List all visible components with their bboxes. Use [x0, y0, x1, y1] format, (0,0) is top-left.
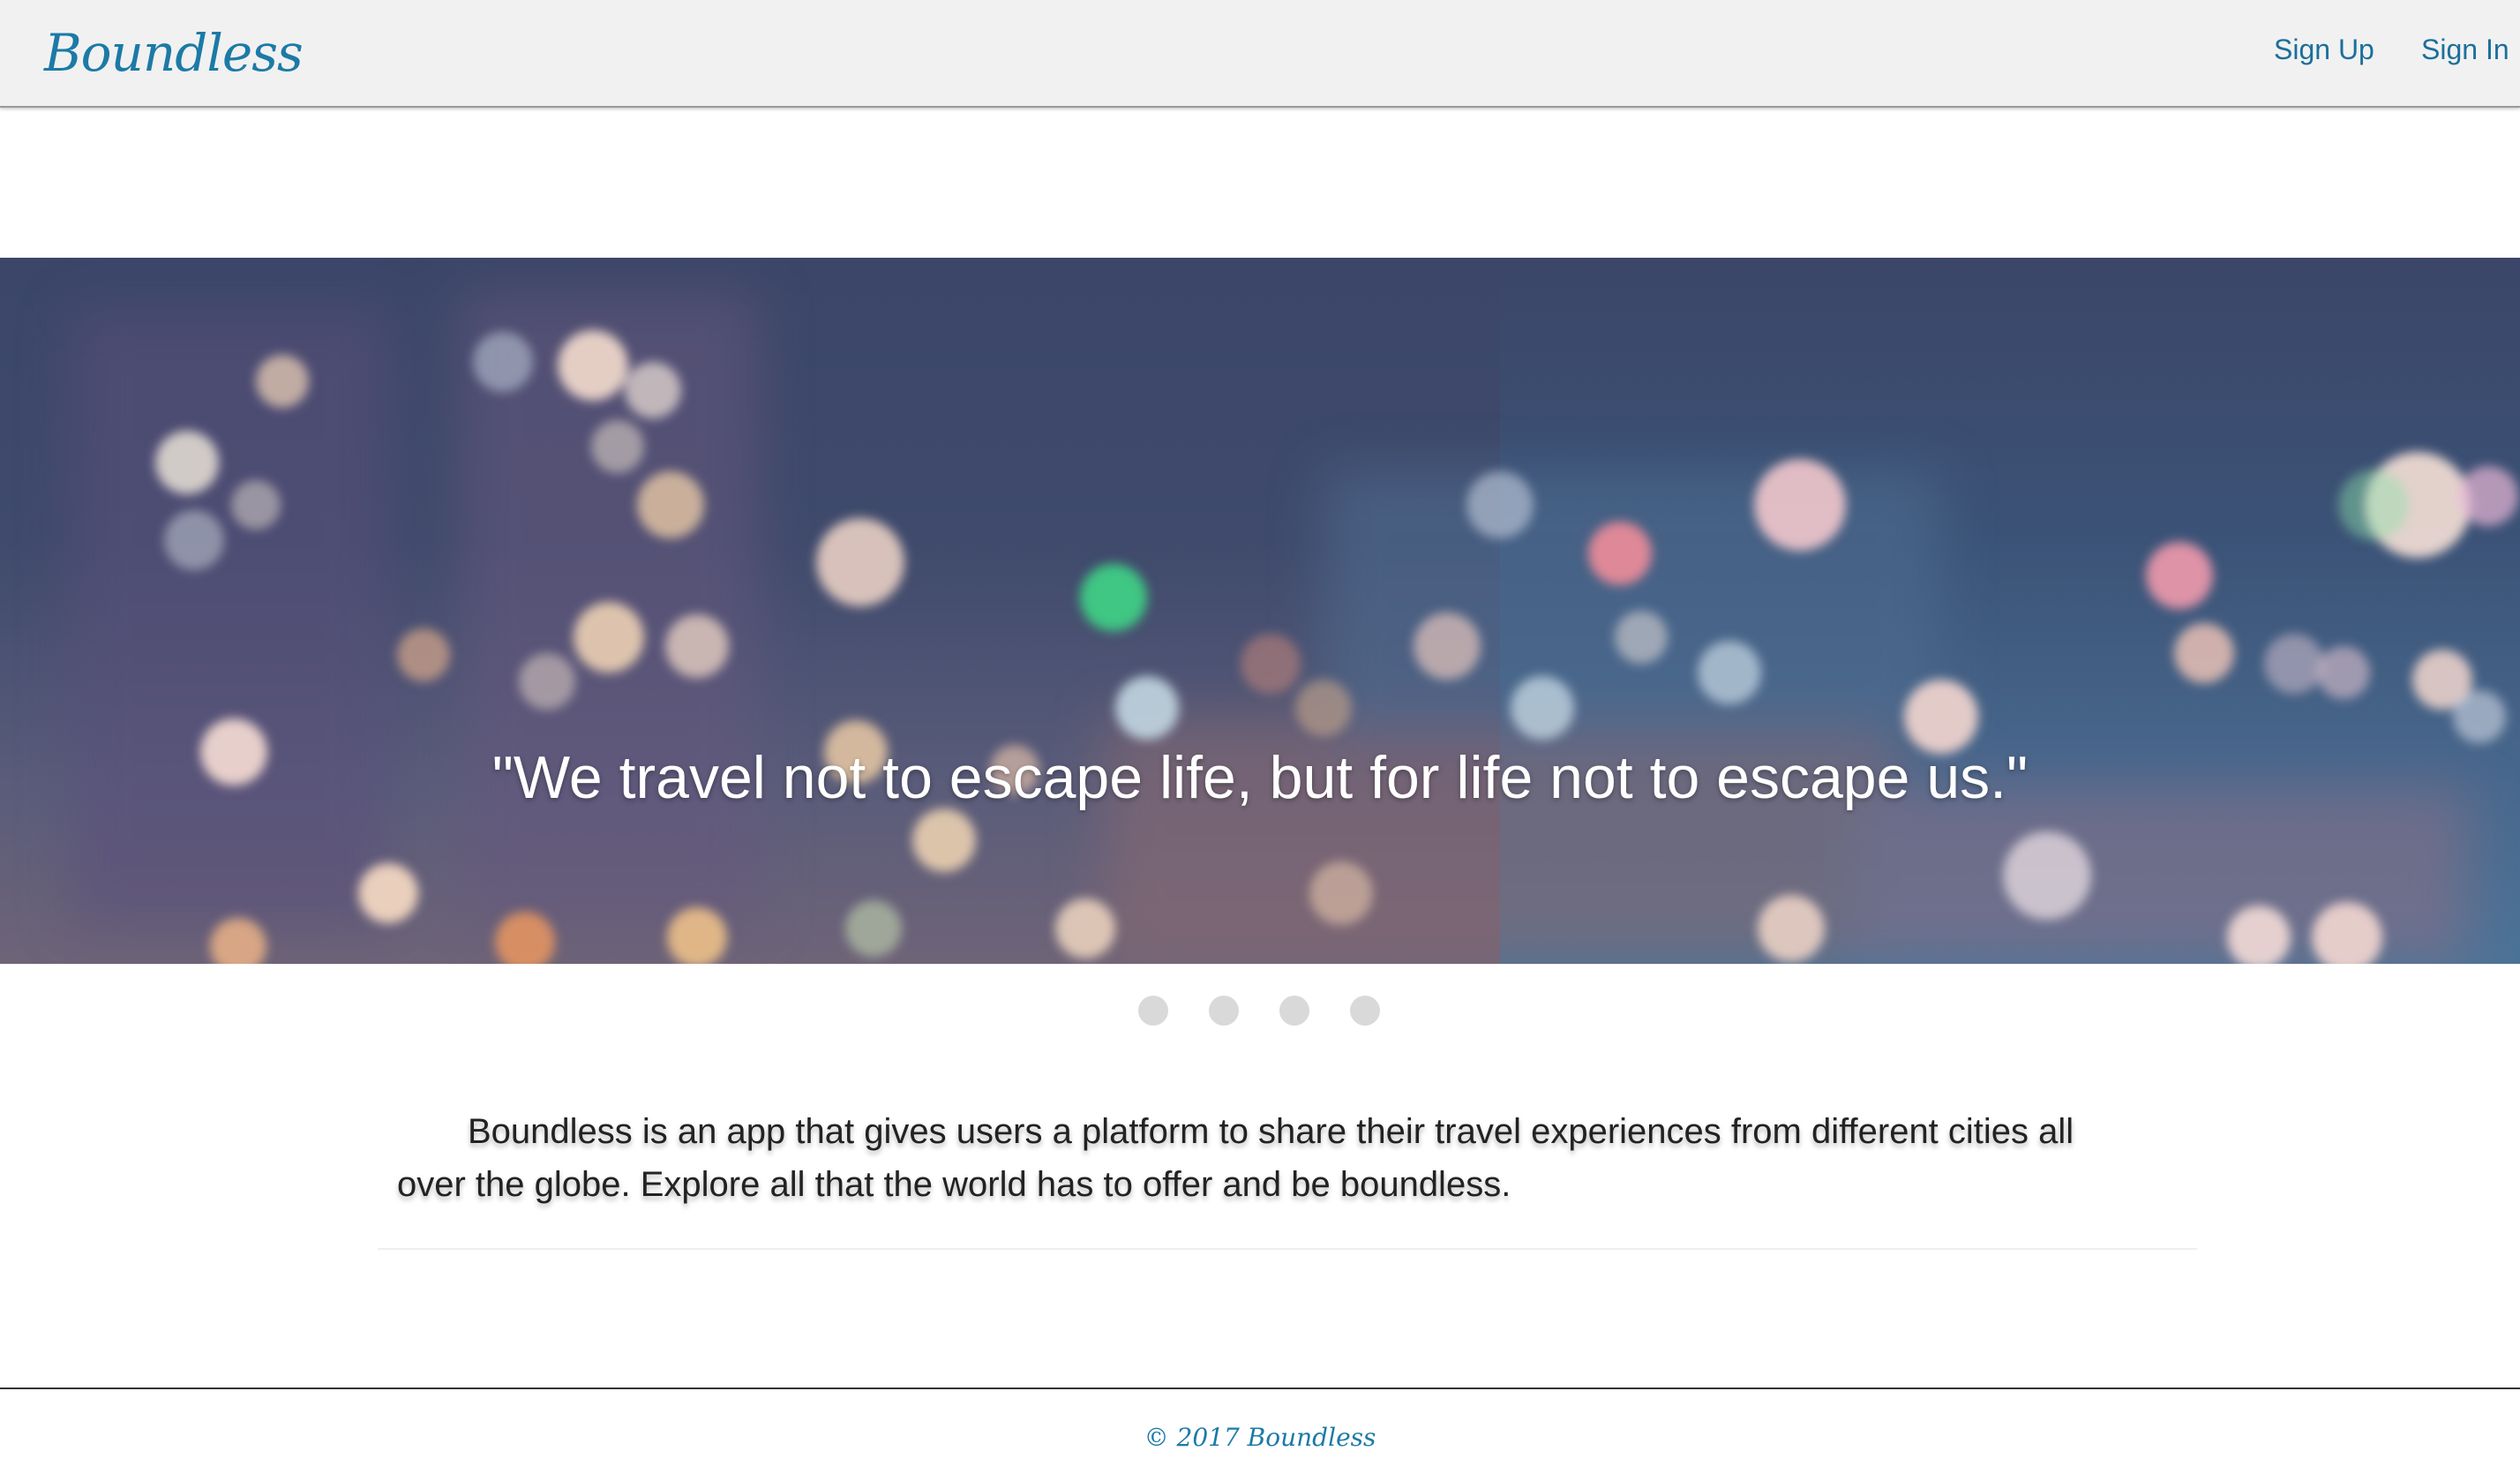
carousel-dot-1[interactable]: [1138, 996, 1168, 1026]
sign-up-link[interactable]: Sign Up: [2274, 25, 2374, 74]
footer-border: [0, 1388, 2520, 1389]
hero-bokeh-image: [71, 258, 2520, 964]
navbar: Boundless Sign Up Sign In: [0, 0, 2520, 108]
carousel-indicators: [0, 996, 2520, 1027]
carousel-dot-2[interactable]: [1209, 996, 1239, 1026]
carousel-dot-3[interactable]: [1279, 996, 1309, 1026]
hero-quote: "We travel not to escape life, but for l…: [491, 744, 2029, 811]
hero-carousel[interactable]: "We travel not to escape life, but for l…: [0, 258, 2520, 964]
sign-in-link[interactable]: Sign In: [2421, 25, 2509, 74]
about-paragraph: Boundless is an app that gives users a p…: [397, 1112, 2074, 1204]
brand-logo[interactable]: Boundless: [44, 9, 304, 97]
footer-copyright: © 2017 Boundless: [1144, 1423, 1376, 1452]
carousel-dot-4[interactable]: [1350, 996, 1380, 1026]
section-divider: [378, 1248, 2197, 1250]
